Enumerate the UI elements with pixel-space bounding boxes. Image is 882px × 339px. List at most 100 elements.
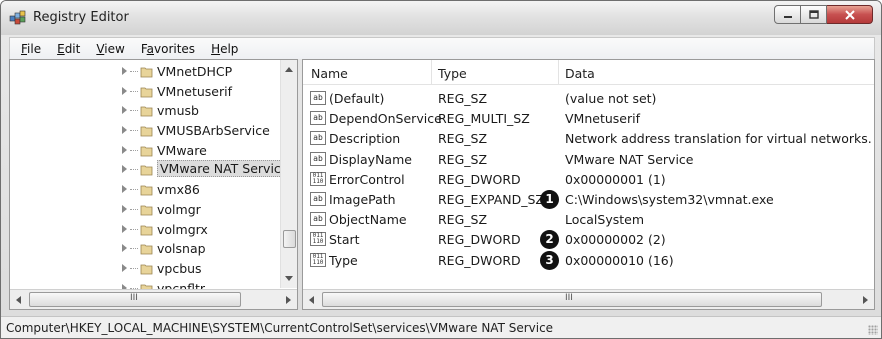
folder-icon [140, 67, 153, 78]
list-row[interactable]: ab DependOnService REG_MULTI_SZ VMnetuse… [303, 109, 874, 129]
callout-marker: 1 [540, 189, 559, 209]
list-row[interactable]: ab Description REG_SZ Network address tr… [303, 129, 874, 149]
scroll-right-icon[interactable] [286, 296, 291, 304]
values-list-pane[interactable]: Name Type Data ab (Default) REG_SZ (valu… [302, 59, 875, 310]
scroll-left-icon[interactable] [16, 296, 21, 304]
tree-item-label: volmgr [157, 201, 201, 217]
key-path: Computer\HKEY_LOCAL_MACHINE\SYSTEM\Curre… [6, 321, 554, 335]
expand-arrow-icon[interactable] [122, 145, 127, 154]
value-type: REG_SZ [438, 151, 488, 167]
column-header-data[interactable]: Data [565, 66, 595, 81]
list-row[interactable]: ab ImagePath REG_EXPAND_SZ 1 C:\Windows\… [303, 189, 874, 210]
scroll-right-icon[interactable] [863, 296, 868, 304]
window-title: Registry Editor [33, 10, 129, 25]
status-bar: Computer\HKEY_LOCAL_MACHINE\SYSTEM\Curre… [1, 316, 881, 338]
scroll-down-icon[interactable] [285, 276, 293, 281]
expand-arrow-icon[interactable] [122, 67, 127, 75]
expand-arrow-icon[interactable] [122, 126, 127, 135]
scroll-left-icon[interactable] [309, 296, 314, 304]
list-row[interactable]: 011 110 ErrorControl REG_DWORD 0x00000001… [303, 170, 874, 190]
scroll-up-icon[interactable] [285, 67, 293, 72]
expand-arrow-icon[interactable] [122, 86, 127, 95]
value-name: DisplayName [329, 151, 412, 167]
tree-item-volmgrx[interactable]: volmgrx [10, 220, 282, 240]
list-horizontal-scrollbar[interactable]: III [303, 289, 874, 309]
key-tree: VMnetDHCP VMnetuserif vmusb VMUSBArbServ… [10, 62, 284, 298]
value-data: C:\Windows\system32\vmnat.exe [565, 191, 774, 207]
menu-bar: File Edit View Favorites Help [9, 37, 875, 59]
registry-editor-icon [9, 10, 26, 25]
folder-icon [140, 205, 153, 216]
value-data: (value not set) [565, 91, 657, 106]
tree-item-vmnetdhcp[interactable]: VMnetDHCP [10, 62, 282, 82]
list-row[interactable]: ab (Default) REG_SZ (value not set) [303, 89, 874, 109]
folder-icon [140, 185, 153, 196]
close-button[interactable] [827, 5, 873, 24]
folder-icon [140, 106, 153, 117]
tree-item-volmgr[interactable]: volmgr [10, 200, 282, 220]
title-bar[interactable]: Registry Editor [1, 1, 881, 35]
tree-item-vmusb[interactable]: vmusb [10, 101, 282, 121]
string-value-icon: ab [310, 91, 326, 105]
tree-item-volsnap[interactable]: volsnap [10, 239, 282, 259]
value-data: VMnetuserif [565, 111, 640, 127]
value-name: Type [329, 252, 358, 268]
maximize-button[interactable] [801, 5, 827, 24]
tree-item-vmnetuserif[interactable]: VMnetuserif [10, 82, 282, 102]
tree-item-label: vmusb [157, 103, 199, 119]
column-header-type[interactable]: Type [438, 66, 467, 81]
menu-file[interactable]: File [13, 42, 49, 56]
scroll-thumb[interactable] [283, 230, 296, 248]
resize-grip-icon[interactable] [868, 325, 878, 335]
expand-arrow-icon[interactable] [122, 244, 127, 253]
tree-item-vmusbarbservice[interactable]: VMUSBArbService [10, 121, 282, 141]
column-header-name[interactable]: Name [311, 66, 348, 81]
expand-arrow-icon[interactable] [122, 165, 127, 174]
value-type: REG_DWORD [438, 171, 521, 187]
tree-item-label: VMware NAT Servic [157, 160, 284, 178]
callout-marker: 2 [540, 230, 559, 250]
list-row[interactable]: ab ObjectName REG_SZ LocalSystem [303, 210, 874, 230]
expand-arrow-icon[interactable] [122, 204, 127, 213]
maximize-icon [808, 9, 819, 19]
string-value-icon: ab [310, 131, 326, 146]
expand-arrow-icon[interactable] [122, 263, 127, 272]
tree-item-label: vpcbus [157, 260, 202, 276]
menu-view[interactable]: View [88, 42, 132, 56]
menu-favorites[interactable]: Favorites [133, 42, 203, 56]
value-data: Network address translation for virtual … [565, 131, 872, 147]
list-row[interactable]: 011 110 Start REG_DWORD 2 0x00000002 (2) [303, 230, 874, 250]
folder-icon [140, 146, 153, 157]
expand-arrow-icon[interactable] [122, 224, 127, 233]
value-name: ErrorControl [329, 171, 405, 187]
menu-help[interactable]: Help [203, 42, 246, 56]
value-data: 0x00000002 (2) [565, 232, 666, 248]
value-type: REG_SZ [438, 91, 488, 106]
close-icon [844, 9, 855, 20]
list-header: Name Type Data [303, 60, 874, 85]
tree-item-vpcbus[interactable]: vpcbus [10, 259, 282, 279]
tree-item-label: VMUSBArbService [157, 123, 270, 139]
binary-value-icon: 011 110 [310, 171, 326, 186]
tree-item-vmware-nat-service[interactable]: VMware NAT Servic [10, 160, 284, 180]
minimize-button[interactable] [774, 5, 801, 24]
menu-edit[interactable]: Edit [49, 42, 88, 56]
expand-arrow-icon[interactable] [122, 106, 127, 115]
tree-horizontal-scrollbar[interactable]: III [10, 289, 297, 309]
key-tree-pane[interactable]: VMnetDHCP VMnetuserif vmusb VMUSBArbServ… [9, 59, 298, 310]
value-type: REG_SZ [438, 131, 488, 147]
tree-item-label: vmx86 [157, 182, 200, 198]
tree-vertical-scrollbar[interactable] [280, 60, 297, 288]
folder-icon [140, 264, 153, 275]
window-controls [774, 5, 873, 25]
tree-item-vmx86[interactable]: vmx86 [10, 180, 282, 200]
list-row[interactable]: 011 110 Type REG_DWORD 3 0x00000010 (16) [303, 250, 874, 271]
list-row[interactable]: ab DisplayName REG_SZ VMware NAT Service [303, 150, 874, 170]
values-list: ab (Default) REG_SZ (value not set) ab D… [303, 89, 874, 271]
tree-item-vmware[interactable]: VMware [10, 141, 282, 161]
tree-item-label: VMnetDHCP [157, 64, 233, 79]
tree-item-label: volmgrx [157, 221, 208, 237]
expand-arrow-icon[interactable] [122, 185, 127, 194]
value-name: Start [329, 232, 360, 248]
value-data: 0x00000001 (1) [565, 171, 666, 187]
